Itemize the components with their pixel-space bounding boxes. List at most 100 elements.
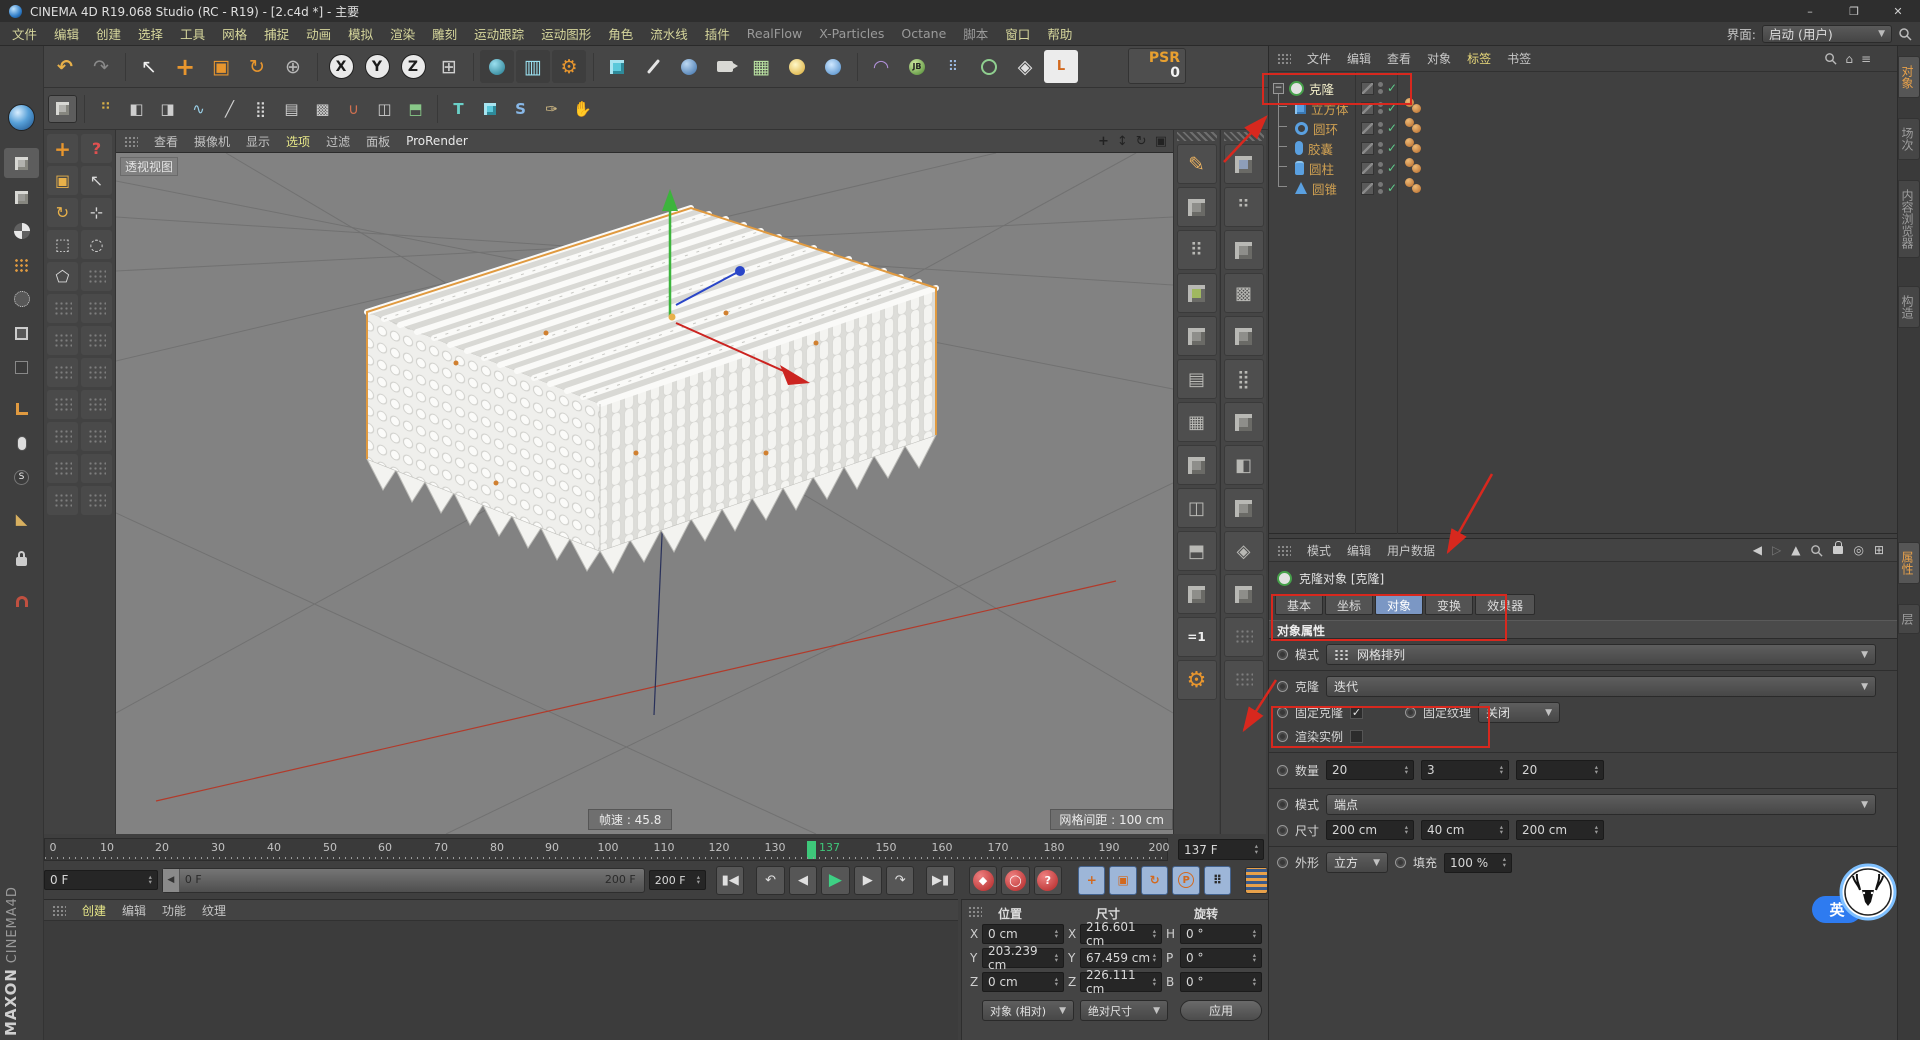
- palette-slot[interactable]: ◈: [1224, 531, 1264, 571]
- tab-effectors[interactable]: 效果器: [1475, 594, 1535, 615]
- tab-content-browser[interactable]: 内容浏览器: [1898, 180, 1920, 258]
- om-menu-edit[interactable]: 编辑: [1347, 50, 1371, 67]
- palette-slot[interactable]: [1177, 273, 1217, 313]
- size-z-field[interactable]: 200 cm▴▾: [1516, 820, 1604, 840]
- object-label[interactable]: 胶囊: [1308, 139, 1333, 158]
- psr-reset-badge[interactable]: PSR 0: [1128, 48, 1186, 84]
- paint-bucket-icon[interactable]: ◣: [4, 504, 39, 534]
- record-parameter-icon[interactable]: P: [1172, 866, 1199, 895]
- clip-start-field[interactable]: 0 F▴▾: [44, 870, 158, 890]
- mat-menu-create[interactable]: 创建: [82, 902, 106, 919]
- range-left-grip[interactable]: ◀: [163, 869, 180, 892]
- mode-dropdown[interactable]: 网格排列▼: [1326, 644, 1876, 665]
- palette-slot[interactable]: [47, 294, 78, 323]
- visibility-toggles[interactable]: ✓: [1361, 161, 1397, 175]
- xpresso-icon[interactable]: JB: [900, 50, 934, 83]
- menu-script[interactable]: 脚本: [963, 24, 988, 43]
- am-menu-mode[interactable]: 模式: [1307, 542, 1331, 559]
- spline-smooth-icon[interactable]: ∿: [184, 95, 213, 123]
- sky-environment-icon[interactable]: [816, 50, 850, 83]
- play-icon[interactable]: ▶: [821, 866, 849, 895]
- snap-toggle-icon[interactable]: S: [4, 462, 39, 492]
- palette-slot[interactable]: ▩: [1224, 273, 1264, 313]
- lasso-select-icon[interactable]: ◌: [81, 230, 112, 259]
- menu-sculpt[interactable]: 雕刻: [432, 24, 457, 43]
- gear-icon[interactable]: ⚙: [1177, 660, 1217, 700]
- palette-slot[interactable]: ▦: [1177, 402, 1217, 442]
- palette-slot[interactable]: [81, 422, 112, 451]
- magnet-snap-icon[interactable]: [4, 586, 39, 616]
- om-filter-icon[interactable]: ≡: [1861, 52, 1871, 66]
- deformer-icon[interactable]: ◠: [864, 50, 898, 83]
- menu-xparticles[interactable]: X-Particles: [819, 26, 884, 41]
- next-key-icon[interactable]: ↷: [886, 866, 914, 895]
- mirror-tool-icon[interactable]: ◫: [370, 95, 399, 123]
- om-search-icon[interactable]: [1824, 52, 1837, 65]
- pos-z-field[interactable]: 0 cm▴▾: [982, 972, 1064, 992]
- object-tags[interactable]: [1405, 98, 1425, 114]
- rot-h-field[interactable]: 0 °▴▾: [1180, 924, 1262, 944]
- render-instance-checkbox[interactable]: [1350, 730, 1363, 743]
- keyframe-dot[interactable]: [1395, 857, 1406, 868]
- lock-y-axis-button[interactable]: Y: [360, 50, 394, 83]
- vp-menu-filter[interactable]: 过滤: [326, 133, 350, 150]
- menu-pipeline[interactable]: 流水线: [650, 24, 688, 43]
- om-menu-view[interactable]: 查看: [1387, 50, 1411, 67]
- frame-range-slider[interactable]: ◀ 0 F 200 F: [162, 868, 645, 893]
- visibility-toggles[interactable]: ✓: [1361, 181, 1397, 195]
- magnet-tool-icon[interactable]: ∪: [339, 95, 368, 123]
- tab-takes[interactable]: 场次: [1898, 118, 1920, 160]
- am-menu-userdata[interactable]: 用户数据: [1387, 542, 1435, 559]
- tab-layers[interactable]: 层: [1898, 604, 1920, 634]
- scale-tool-icon[interactable]: ▣: [47, 166, 78, 195]
- move-tool-icon[interactable]: +: [47, 134, 78, 163]
- menu-simulate[interactable]: 模拟: [348, 24, 373, 43]
- mat-menu-texture[interactable]: 纹理: [202, 902, 226, 919]
- make-editable-icon[interactable]: [4, 148, 39, 178]
- am-back-icon[interactable]: ◀: [1753, 543, 1762, 557]
- object-label[interactable]: 圆柱: [1309, 159, 1334, 178]
- apply-button[interactable]: 应用: [1180, 1000, 1262, 1021]
- palette-slot[interactable]: ⠛: [1224, 187, 1264, 227]
- menu-realflow[interactable]: RealFlow: [747, 26, 802, 41]
- palette-slot[interactable]: [1177, 574, 1217, 614]
- am-track-icon[interactable]: ◎: [1853, 543, 1863, 557]
- palette-slot[interactable]: [1177, 187, 1217, 227]
- menu-create[interactable]: 创建: [96, 24, 121, 43]
- keyframe-dot[interactable]: [1277, 825, 1288, 836]
- object-label[interactable]: 圆锥: [1312, 179, 1337, 198]
- vp-menu-prorender[interactable]: ProRender: [406, 134, 468, 148]
- model-mode-icon[interactable]: [4, 182, 39, 212]
- palette-slot[interactable]: [81, 294, 112, 323]
- coordinate-system-icon[interactable]: ⊞: [432, 50, 466, 83]
- rotate-tool-icon[interactable]: ↻: [47, 198, 78, 227]
- object-tags[interactable]: [1405, 118, 1425, 134]
- render-picture-viewer-icon[interactable]: ▥: [516, 50, 550, 83]
- polygons-mode-icon[interactable]: [4, 352, 39, 382]
- palette-slot[interactable]: [1224, 144, 1264, 184]
- viewport-solo-icon[interactable]: [4, 428, 39, 458]
- vp-menu-options[interactable]: 选项: [286, 133, 310, 150]
- menu-animate[interactable]: 动画: [306, 24, 331, 43]
- menu-file[interactable]: 文件: [12, 24, 37, 43]
- hand-tool-icon[interactable]: ✋: [568, 95, 597, 123]
- keyframe-dot[interactable]: [1277, 857, 1288, 868]
- vp-menu-display[interactable]: 显示: [246, 133, 270, 150]
- count-y-field[interactable]: 3▴▾: [1421, 760, 1509, 780]
- size-y-field[interactable]: 40 cm▴▾: [1421, 820, 1509, 840]
- object-label[interactable]: 立方体: [1311, 99, 1349, 118]
- prev-key-icon[interactable]: ↶: [756, 866, 784, 895]
- coord-mode-dropdown[interactable]: 对象 (相对)▼: [982, 1000, 1074, 1021]
- object-tags[interactable]: [1405, 178, 1425, 194]
- palette-slot[interactable]: [47, 454, 78, 483]
- lock-x-axis-button[interactable]: X: [324, 50, 358, 83]
- menu-window[interactable]: 窗口: [1005, 24, 1030, 43]
- mat-menu-function[interactable]: 功能: [162, 902, 186, 919]
- cube-generator-icon[interactable]: [475, 95, 504, 123]
- menu-motion-tracker[interactable]: 运动跟踪: [474, 24, 524, 43]
- capture-icon[interactable]: L: [1044, 50, 1078, 83]
- menu-octane[interactable]: Octane: [901, 26, 946, 41]
- menu-help[interactable]: 帮助: [1047, 24, 1072, 43]
- palette-slot[interactable]: [47, 486, 78, 515]
- palette-slot[interactable]: ⠿: [1177, 230, 1217, 270]
